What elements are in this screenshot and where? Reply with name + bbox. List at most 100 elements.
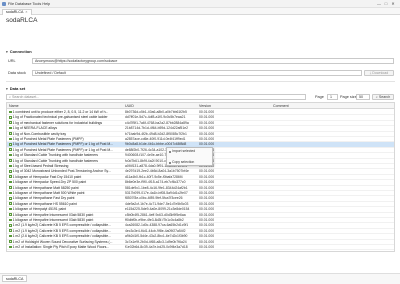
column-header-comment[interactable]: Comment	[273, 104, 289, 108]
row-name: 1 kilogram of Hempafire Intumescent 03ab…	[12, 212, 94, 217]
row-name: 1 kg of Standard Cable Trunking with han…	[12, 153, 98, 158]
dataset-icon	[9, 164, 12, 168]
url-field[interactable]: Anonymous@https://sodafactorygroup.com/s…	[32, 58, 394, 64]
dataset-icon	[9, 142, 12, 146]
row-uuid: f8507f3e-c0bc-4f89-9fef-5fca7f3cee26	[125, 196, 183, 201]
column-header-version[interactable]: Version	[199, 104, 211, 108]
dataset-icon	[9, 202, 12, 205]
row-uuid: 8b6e0e3e-f9f0-4f15-a174-eb7cf6c377c0	[125, 180, 186, 185]
row-version: 00.01.000	[199, 218, 215, 222]
row-name-cell: 1 kilogram of Hempadur Fast Dry 15410 pa…	[9, 175, 121, 180]
row-version: 00.01.000	[199, 201, 215, 206]
app-icon	[2, 2, 6, 6]
row-uuid: 4e297d19-2ee2-4b5d-8a04-3a1b7507bf4e	[125, 169, 189, 174]
dataset-icon	[9, 148, 12, 151]
row-uuid: e115d225-5de9-4a0e-8099-21c3e8de0154	[125, 207, 190, 212]
table-row[interactable]: 1 m2 of Installation: Single Ply Pitch E…	[7, 245, 394, 251]
editor-tab[interactable]: sodaRLCA ×	[2, 9, 32, 15]
search-button-label: Search	[378, 95, 391, 99]
dataset-icon	[9, 229, 12, 232]
download-label: Download	[372, 71, 389, 75]
page-size-spinner[interactable]: 50	[356, 94, 370, 100]
row-name-cell: 1 m2 of Installation: Single Ply Pitch E…	[9, 245, 121, 250]
row-name: 1 kg of 3042 Monostrand Unbonded Post-Te…	[12, 169, 111, 174]
dataset-search-input[interactable]: ⌕ Search dataset...	[6, 94, 306, 100]
row-version: 00.01.000	[199, 185, 215, 190]
row-uuid: b71bab9d-4f2b-49d8-b2d2-8f5085c7f2b1	[125, 131, 187, 136]
dataset-section-header[interactable]: ▾ Data set	[6, 86, 25, 91]
row-name-cell: 1 m2 (1.9 kg/m2) Calicrete KB 5 EPS comp…	[9, 229, 121, 234]
row-name-cell: 1 kilogram of Hempadur Speed-Dry ZP 500 …	[9, 180, 121, 185]
row-uuid: 21b8714d-7b1d-4f64-b59d-124d22af51e2	[125, 126, 188, 131]
page-label: Page	[315, 95, 324, 99]
row-uuid: 8b0736d-c5b1-40a6-a8b0-a0b7bb61f2b5	[125, 110, 187, 114]
column-header-uuid[interactable]: UUID	[125, 104, 134, 108]
row-name: 1 m2 (1.9 kg/m2) Calicrete KB 5 EPS comp…	[12, 228, 111, 233]
row-name-cell: 1 kg of Punched Metal Plate Fasteners (P…	[9, 137, 121, 142]
row-uuid: c5b0b4f5-2861-4eff-9c63-d0d3b9f5e6aa	[125, 212, 186, 217]
row-name: 1 kilogram of Hempafire Intumescent 03ab…	[12, 218, 94, 222]
row-name: 1 m2 of Installation: Single Ply Pitch E…	[12, 245, 110, 249]
row-version: 00.01.000	[199, 191, 215, 195]
connection-section-header[interactable]: ▾ Connection	[6, 49, 32, 54]
download-button[interactable]: ⤓ Download	[364, 70, 394, 76]
minimize-icon[interactable]: —	[376, 1, 382, 7]
menu-bar[interactable]: File Database Tools Help	[8, 2, 50, 6]
datastock-label: Data stock	[8, 71, 26, 75]
dataset-icon	[9, 223, 12, 227]
row-name-cell: 1 kg of Non-Combustible cavity tray	[9, 132, 121, 137]
dataset-icon	[9, 137, 12, 141]
url-label: URL	[8, 59, 16, 63]
dataset-icon	[9, 245, 12, 249]
row-version: 00.01.000	[199, 131, 215, 136]
tab-close-icon[interactable]: ×	[25, 10, 27, 14]
page-size-label: Page size	[340, 95, 357, 99]
row-name: 1 kilogram of Hempathane Fast Dry paint	[12, 196, 75, 201]
row-uuid: a2857ace-cd6e-40f0-911d-0e4f41ff9ed1	[125, 137, 186, 141]
maximize-icon[interactable]: □	[383, 1, 389, 7]
context-menu-item-import[interactable]: Import selected	[168, 149, 212, 155]
row-version: 00.01.000	[199, 137, 215, 141]
row-name: 1 kilogram of Hempathane Matt 58250 pain…	[12, 185, 79, 190]
close-icon[interactable]: ✕	[390, 1, 396, 7]
import-icon	[168, 150, 171, 153]
dataset-icon	[9, 175, 12, 178]
row-name: 1 kg of Punched Metal Plate Fasteners (P…	[12, 147, 114, 152]
datastock-select[interactable]: Undefined / Default	[32, 70, 362, 76]
dataset-icon	[9, 110, 12, 114]
search-button[interactable]: ⌕ Search	[372, 94, 394, 100]
dataset-table[interactable]: Name UUID Version Comment 1 combined uni…	[6, 102, 395, 252]
collapse-triangle-icon: ▾	[6, 87, 8, 91]
row-name-cell: 1 kilogram of Hempatyl 45191 paint	[9, 207, 121, 212]
row-name: 1 kg of Fractionated technical pre-galva…	[12, 115, 108, 120]
dataset-icon	[9, 153, 12, 157]
row-version: 00.01.000	[199, 239, 215, 244]
editor-tab-row: sodaRLCA ×	[0, 8, 400, 15]
row-uuid: f1e02b6d-8c39-4a7e-bd25-0c9f4e3a7d18	[125, 245, 188, 249]
row-name: 1 m2 (1.9 kg/m2) Calicrete KB 5 EPS comp…	[12, 223, 111, 228]
row-version: 00.01.000	[199, 245, 215, 249]
row-name-cell: 1 kg of Punched Metal Plate Fasteners (P…	[9, 142, 121, 147]
row-uuid: 4ec3c3e4-f4d1-44cb-9f8e-4a09f27a54f2	[125, 228, 186, 233]
column-header-name[interactable]: Name	[9, 104, 19, 108]
page-spinner[interactable]: 1	[327, 94, 338, 100]
row-name-cell: 1 kg of Standard Cable Trunking with han…	[9, 159, 121, 164]
page-title: sodaRLCA	[6, 17, 38, 24]
row-name-cell: 1 m2 (2.6 kg/m2) Calicrete KB 5 EPS comp…	[9, 234, 121, 239]
row-name: 1 m2 (2.6 kg/m2) Calicrete KB 5 EPS comp…	[12, 234, 111, 239]
row-name: 1 kg of Steel-based Pedrail Stressing	[12, 164, 69, 168]
row-uuid: a9b2d1f0-5d4e-43c2-8bc1-6e7d2c1f3b90	[125, 234, 188, 239]
dataset-icon	[9, 180, 12, 184]
row-name-cell: 1 kg of Fractionated technical pre-galva…	[9, 115, 121, 120]
dataset-icon	[9, 169, 12, 173]
context-menu-label: Copy selection	[172, 160, 195, 164]
row-name-cell: 1 kg of NEERA-FLACE alloys	[9, 126, 121, 131]
row-name-cell: 1 kilogram of Hempafire Intumescent 03ab…	[9, 218, 121, 223]
context-menu-item-copy[interactable]: Copy selection	[168, 160, 212, 166]
row-name-cell: 1 m2 (1.9 kg/m2) Calicrete KB 5 EPS comp…	[9, 223, 121, 228]
title-bar: File Database Tools Help — □ ✕	[0, 0, 400, 8]
bottom-tab[interactable]: sodaRLCA	[2, 275, 28, 282]
dataset-icon	[9, 121, 12, 124]
section-divider	[6, 81, 395, 82]
row-name: 1 kg of Standard Cable Trunking with han…	[12, 158, 98, 163]
